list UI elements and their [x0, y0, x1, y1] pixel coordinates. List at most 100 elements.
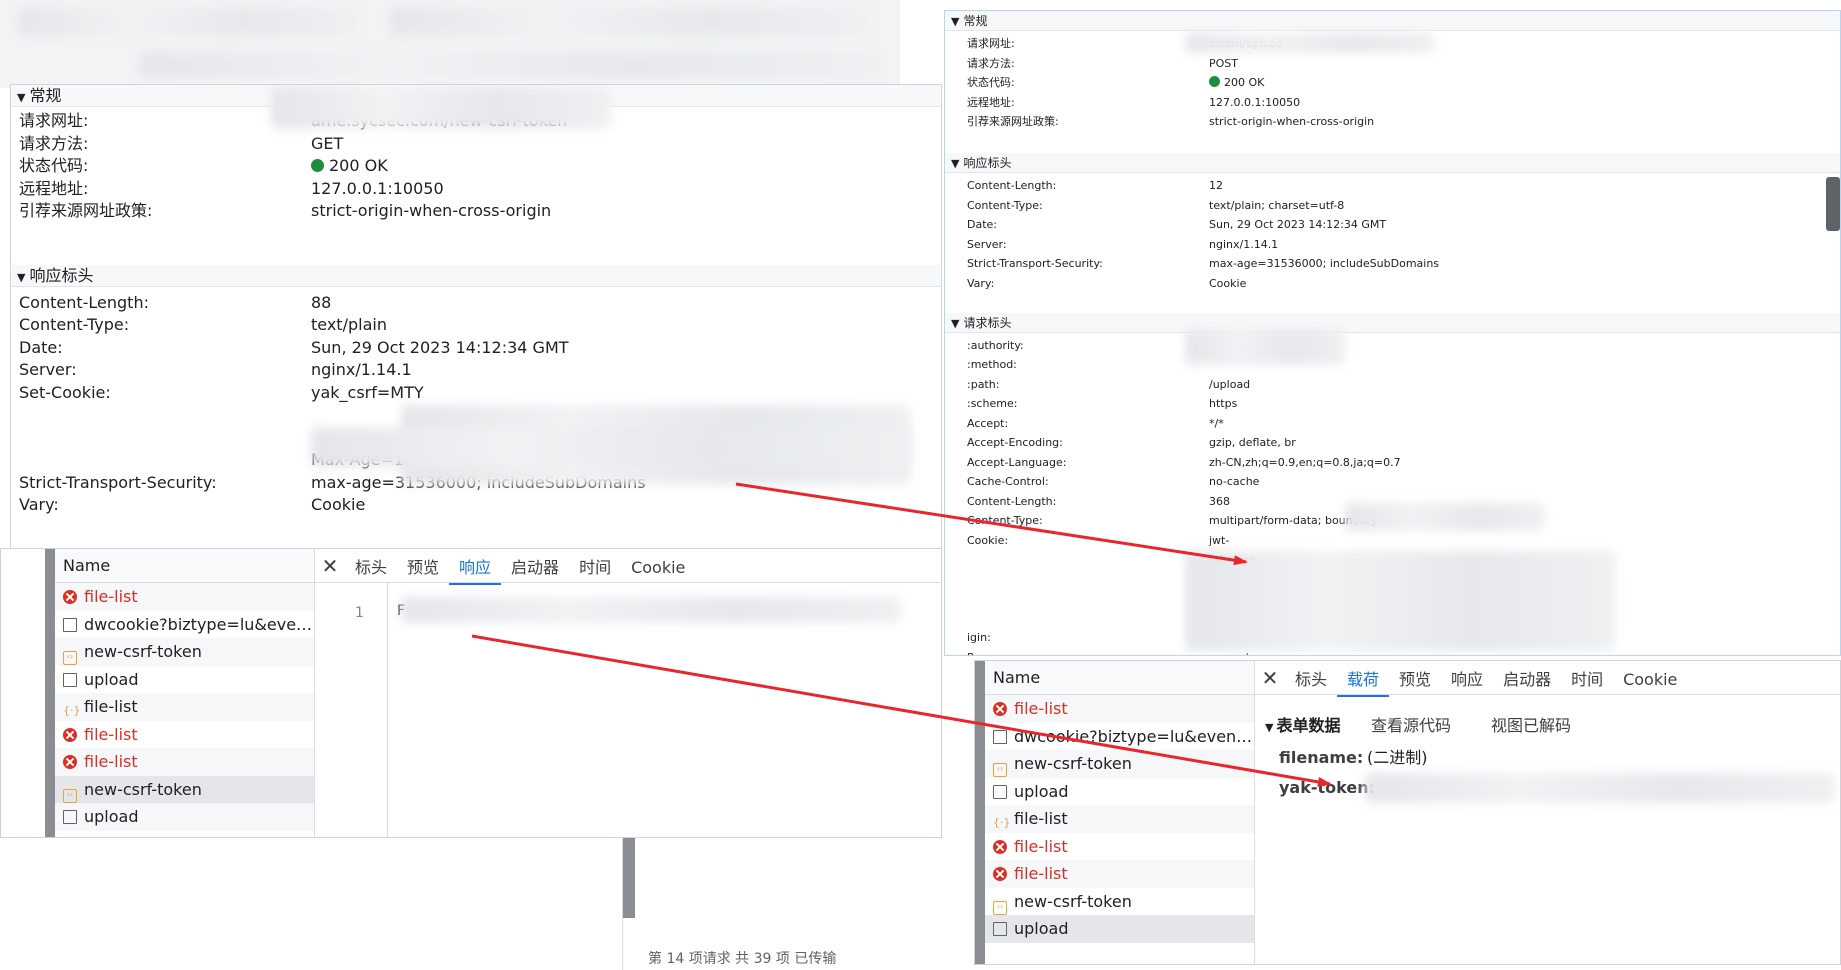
view-source-link[interactable]: 查看源代码 [1371, 713, 1451, 739]
request-name: file-list [1014, 699, 1068, 718]
request-name: file-list [84, 697, 138, 716]
redacted-token [1365, 773, 1835, 803]
section-general[interactable]: ▼ 常规 [945, 11, 1840, 31]
document-icon [993, 729, 1007, 744]
name-column-header[interactable]: Name [55, 549, 314, 583]
section-response-headers[interactable]: ▼ 响应标头 [11, 265, 941, 287]
tab-5[interactable]: 时间 [1561, 663, 1613, 697]
request-name: new-csrf-token [1014, 891, 1132, 911]
request-row[interactable]: file-list [985, 833, 1254, 861]
request-name: upload [1014, 919, 1069, 938]
header-label: 请求网址: [967, 37, 1015, 50]
collapse-triangle-icon[interactable]: ▼ [17, 91, 25, 104]
tab-4[interactable]: 时间 [569, 551, 621, 585]
collapse-triangle-icon[interactable]: ▼ [1265, 721, 1273, 734]
header-value: */* [1209, 417, 1224, 430]
name-column-header[interactable]: Name [985, 661, 1254, 695]
header-label: Cache-Control: [967, 475, 1049, 488]
header-label: Vary: [19, 495, 59, 514]
tab-2[interactable]: 响应 [449, 551, 502, 585]
tab-2[interactable]: 预览 [1389, 663, 1441, 697]
request-row[interactable]: ‹› new-csrf-token [985, 750, 1254, 778]
view-decoded-link[interactable]: 视图已解码 [1491, 713, 1571, 739]
header-label: :authority: [967, 339, 1024, 352]
tab-0[interactable]: 标头 [345, 551, 397, 585]
fetch-icon: ‹› [63, 788, 77, 803]
header-value: nginx/1.14.1 [311, 360, 412, 379]
tab-4[interactable]: 启动器 [1493, 663, 1561, 697]
request-name: file-list [1014, 809, 1068, 828]
header-value: POST [1209, 56, 1238, 70]
request-row[interactable]: upload [985, 915, 1254, 943]
redacted-cookie [1185, 551, 1615, 651]
collapse-triangle-icon[interactable]: ▼ [951, 15, 959, 28]
request-row[interactable]: file-list [55, 583, 314, 611]
fetch-icon: ‹› [993, 900, 1007, 915]
header-value: 12 [1209, 179, 1223, 192]
header-value: 88 [311, 293, 332, 312]
request-name: new-csrf-token [84, 642, 202, 661]
header-value: Sun, 29 Oct 2023 14:12:34 GMT [1209, 218, 1387, 231]
script-icon: {·} [993, 816, 1011, 829]
request-name: upload [84, 807, 139, 826]
header-label: :method: [967, 358, 1017, 371]
request-row[interactable]: file-list [985, 695, 1254, 723]
request-row[interactable]: upload [55, 803, 314, 831]
tab-6[interactable]: Cookie [1613, 663, 1687, 697]
scrollbar-thumb[interactable] [623, 838, 635, 918]
form-data-header[interactable]: ▼ 表单数据 [1265, 713, 1340, 739]
close-icon[interactable]: ✕ [315, 549, 345, 583]
request-row[interactable]: upload [985, 778, 1254, 806]
error-icon [63, 755, 77, 769]
section-response-headers[interactable]: ▼ 响应标头 [945, 153, 1840, 173]
header-value: nginx/1.14.1 [1209, 237, 1279, 251]
header-label: Vary: [967, 276, 995, 290]
tab-3[interactable]: 响应 [1441, 663, 1493, 697]
error-icon [993, 839, 1007, 854]
close-icon[interactable]: ✕ [1255, 661, 1285, 695]
header-value: /upload [1209, 378, 1251, 391]
tab-3[interactable]: 启动器 [501, 551, 569, 585]
header-label: :path: [967, 378, 1000, 391]
request-row[interactable]: file-list [55, 721, 314, 749]
blurred-tab-strip [390, 8, 870, 36]
section-request-headers[interactable]: ▼ 请求标头 [945, 313, 1840, 333]
tab-5[interactable]: Cookie [621, 551, 695, 585]
header-label: Content-Type: [967, 514, 1043, 527]
request-row[interactable]: upload [55, 666, 314, 694]
tab-1[interactable]: 预览 [397, 551, 449, 585]
request-name: new-csrf-token [1014, 754, 1132, 773]
document-icon [993, 922, 1007, 936]
header-label: Strict-Transport-Security: [19, 473, 217, 492]
request-row[interactable]: {·} file-list [55, 693, 314, 721]
header-label: Accept: [967, 417, 1009, 430]
tab-0[interactable]: 标头 [1285, 663, 1337, 697]
scrollbar-track[interactable] [45, 549, 55, 837]
scrollbar-track[interactable] [975, 661, 985, 964]
header-value: Sun, 29 Oct 2023 14:12:34 GMT [311, 338, 569, 357]
request-row[interactable]: ‹› new-csrf-token [55, 638, 314, 666]
collapse-triangle-icon[interactable]: ▼ [951, 157, 959, 170]
header-value: zh-CN,zh;q=0.9,en;q=0.8,ja;q=0.7 [1209, 456, 1401, 469]
tab-1[interactable]: 载荷 [1337, 663, 1390, 697]
request-list: Name file-list dwcookie?biztype=lu&eventi… [55, 549, 315, 837]
detail-tabs: ✕ 标头 预览 响应 启动器 时间 Cookie [315, 549, 941, 585]
request-row[interactable]: dwcookie?biztype=lu&eventi... [55, 611, 314, 639]
request-row[interactable]: ‹› new-csrf-token [985, 888, 1254, 916]
header-label: 状态代码: [967, 76, 1015, 89]
collapse-triangle-icon[interactable]: ▼ [17, 271, 25, 284]
scrollbar-thumb[interactable] [1826, 177, 1840, 231]
header-value: GET [311, 133, 344, 153]
gutter-divider [387, 583, 388, 837]
request-row[interactable]: file-list [55, 748, 314, 776]
request-row[interactable]: file-list [985, 860, 1254, 888]
request-row[interactable]: {·} file-list [985, 805, 1254, 833]
header-label: Accept-Language: [967, 456, 1067, 469]
header-label: Set-Cookie: [19, 383, 111, 402]
request-row[interactable]: ‹› new-csrf-token [55, 775, 314, 803]
collapse-triangle-icon[interactable]: ▼ [951, 317, 959, 330]
header-value: max-age=31536000; includeSubDomains [1209, 257, 1440, 270]
request-list: Name file-list dwcookie?biztype=lu&eventi… [985, 661, 1255, 964]
header-value: strict-origin-when-cross-origin [311, 201, 552, 220]
request-row[interactable]: dwcookie?biztype=lu&eventi... [985, 723, 1254, 751]
